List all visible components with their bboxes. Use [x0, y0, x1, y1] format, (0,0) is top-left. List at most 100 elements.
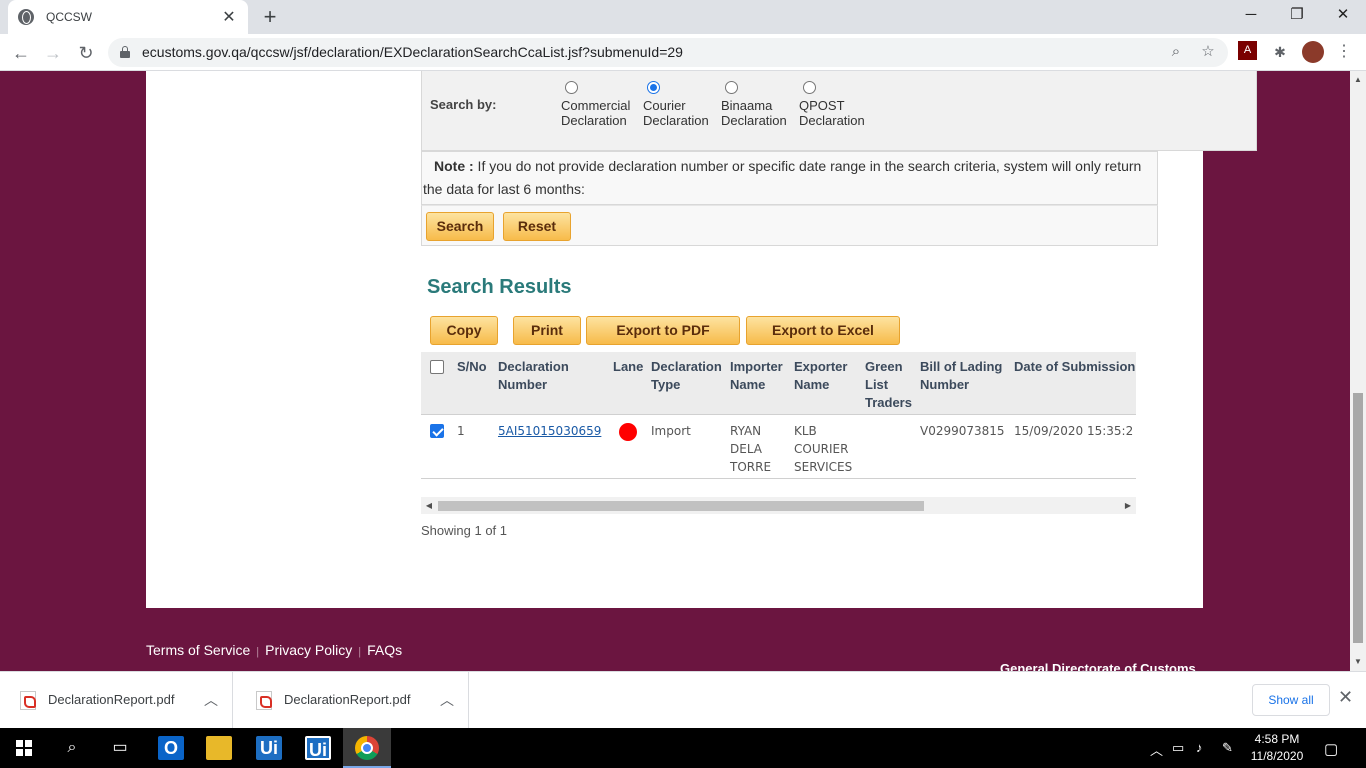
taskbar: ⌕ ▭ O Ui Ui ︿ ▭ ♪ ✎ 4:58 PM 11/8/2020 ▢ — [0, 728, 1366, 768]
radio-label: Declaration — [799, 113, 865, 128]
lock-icon[interactable] — [120, 46, 130, 58]
scroll-down-icon[interactable]: ▼ — [1350, 657, 1366, 666]
uipath-icon[interactable]: Ui — [256, 736, 282, 760]
col-importer-name[interactable]: Importer Name — [730, 358, 783, 394]
radio-button-selected[interactable] — [647, 81, 660, 94]
pen-icon[interactable]: ✎ — [1222, 740, 1233, 756]
page-vertical-scrollbar[interactable]: ▲ ▼ — [1350, 71, 1366, 671]
address-bar[interactable]: ecustoms.gov.qa/qccsw/jsf/declaration/EX… — [108, 38, 1228, 67]
radio-button[interactable] — [803, 81, 816, 94]
volume-icon[interactable]: ♪ — [1196, 740, 1203, 755]
close-icon[interactable]: ✕ — [1338, 687, 1353, 708]
close-icon[interactable]: ✕ — [220, 7, 238, 27]
browser-toolbar: ← → ↻ ecustoms.gov.qa/qccsw/jsf/declarat… — [0, 34, 1366, 71]
col-bill-of-lading[interactable]: Bill of Lading Number — [920, 358, 1002, 394]
file-explorer-icon[interactable] — [206, 736, 232, 760]
scrollbar-thumb[interactable] — [438, 501, 924, 511]
new-tab-button[interactable]: + — [260, 4, 280, 30]
scroll-left-icon[interactable]: ◀ — [421, 497, 437, 514]
cell-date-of-submission: 15/09/2020 15:35:2 — [1014, 424, 1134, 438]
chevron-up-icon[interactable]: ︿ — [204, 690, 218, 710]
note-label: Note : — [434, 158, 474, 174]
clock-time: 4:58 PM — [1254, 732, 1300, 746]
outlook-icon[interactable]: O — [158, 736, 184, 760]
cell-exporter-name: KLB COURIER SERVICES — [794, 424, 853, 474]
forward-icon[interactable]: → — [40, 40, 66, 66]
col-lane[interactable]: Lane — [613, 358, 643, 376]
print-button[interactable]: Print — [513, 316, 581, 345]
download-item[interactable]: DeclarationReport.pdf ︿ — [236, 672, 469, 729]
radio-courier-declaration[interactable]: Courier Declaration — [643, 81, 709, 128]
search-by-label: Search by: — [430, 97, 497, 112]
footer-org-name: General Directorate of Customs — [1000, 661, 1196, 671]
table-row[interactable]: 1 5AI51015030659 Import RYAN DELA TORRE KL… — [421, 415, 1136, 478]
task-view-icon[interactable]: ▭ — [104, 732, 136, 764]
cell-declaration-type: Import — [651, 424, 691, 438]
restore-icon[interactable]: ❐ — [1274, 0, 1320, 30]
radio-commercial-declaration[interactable]: Commercial Declaration — [561, 81, 630, 128]
pdf-file-icon — [20, 691, 36, 710]
row-checkbox[interactable] — [430, 424, 444, 438]
puzzle-icon[interactable]: ✱ — [1270, 42, 1290, 62]
scroll-right-icon[interactable]: ▶ — [1120, 497, 1136, 514]
col-date-of-submission[interactable]: Date of Submission — [1014, 358, 1135, 376]
cell-importer-name: RYAN DELA TORRE — [730, 424, 772, 474]
note-text: If you do not provide declaration number… — [423, 158, 1142, 197]
kebab-menu-icon[interactable]: ⋮ — [1334, 42, 1354, 62]
tray-chevron-icon[interactable]: ︿ — [1150, 740, 1163, 759]
col-declaration-type[interactable]: Declaration Type — [651, 358, 722, 394]
search-button[interactable]: Search — [426, 212, 494, 241]
radio-button[interactable] — [565, 81, 578, 94]
pdf-extension-icon[interactable]: A — [1238, 41, 1257, 60]
radio-label: QPOST — [799, 98, 845, 113]
col-green-list-traders[interactable]: Green List Traders — [865, 358, 912, 412]
download-item[interactable]: DeclarationReport.pdf ︿ — [0, 672, 233, 729]
search-button-bar: Search Reset — [421, 205, 1158, 246]
notification-icon[interactable]: ▢ — [1324, 740, 1338, 758]
minimize-icon[interactable]: ─ — [1228, 0, 1274, 30]
radio-binaama-declaration[interactable]: Binaama Declaration — [721, 81, 787, 128]
window-close-icon[interactable]: ✕ — [1320, 0, 1366, 30]
clock-date: 11/8/2020 — [1250, 749, 1304, 763]
zoom-icon[interactable]: ⌕ — [1166, 42, 1186, 62]
uipath-studio-icon[interactable]: Ui — [305, 736, 331, 760]
faqs-link[interactable]: FAQs — [367, 642, 402, 658]
chrome-taskbar-button[interactable] — [343, 728, 391, 768]
system-clock[interactable]: 4:58 PM 11/8/2020 — [1248, 731, 1306, 765]
reset-button[interactable]: Reset — [503, 212, 571, 241]
declaration-number-link[interactable]: 5AI51015030659 — [498, 424, 601, 438]
select-all-checkbox[interactable] — [430, 360, 444, 374]
cell-bill-of-lading: V0299073815 — [920, 424, 1005, 438]
scroll-up-icon[interactable]: ▲ — [1350, 75, 1366, 84]
star-icon[interactable]: ☆ — [1198, 42, 1218, 62]
reload-icon[interactable]: ↻ — [73, 40, 99, 66]
table-horizontal-scrollbar[interactable]: ◀ ▶ — [421, 497, 1136, 514]
search-results-title: Search Results — [427, 276, 572, 298]
show-all-button[interactable]: Show all — [1252, 684, 1330, 716]
page-viewport: Search by: Commercial Declaration Courie… — [0, 71, 1350, 671]
privacy-link[interactable]: Privacy Policy — [265, 642, 352, 658]
scrollbar-thumb[interactable] — [1353, 393, 1363, 643]
browser-tab[interactable]: QCCSW ✕ — [8, 0, 248, 34]
footer-links: Terms of Service | Privacy Policy | FAQs — [146, 642, 402, 658]
radio-label: Courier — [643, 98, 686, 113]
network-icon[interactable]: ▭ — [1172, 740, 1184, 756]
export-excel-button[interactable]: Export to Excel — [746, 316, 900, 345]
windows-start-icon[interactable] — [8, 732, 40, 764]
col-sno[interactable]: S/No — [457, 358, 487, 376]
col-declaration-number[interactable]: Declaration Number — [498, 358, 569, 394]
radio-button[interactable] — [725, 81, 738, 94]
avatar[interactable] — [1302, 41, 1324, 63]
back-icon[interactable]: ← — [8, 40, 34, 66]
url-text[interactable]: ecustoms.gov.qa/qccsw/jsf/declaration/EX… — [142, 44, 683, 60]
terms-link[interactable]: Terms of Service — [146, 642, 250, 658]
download-filename[interactable]: DeclarationReport.pdf — [48, 692, 174, 707]
col-exporter-name[interactable]: Exporter Name — [794, 358, 847, 394]
search-icon[interactable]: ⌕ — [56, 732, 88, 764]
download-filename[interactable]: DeclarationReport.pdf — [284, 692, 410, 707]
radio-qpost-declaration[interactable]: QPOST Declaration — [799, 81, 865, 128]
radio-label: Declaration — [561, 113, 627, 128]
chevron-up-icon[interactable]: ︿ — [440, 690, 454, 710]
export-pdf-button[interactable]: Export to PDF — [586, 316, 740, 345]
copy-button[interactable]: Copy — [430, 316, 498, 345]
